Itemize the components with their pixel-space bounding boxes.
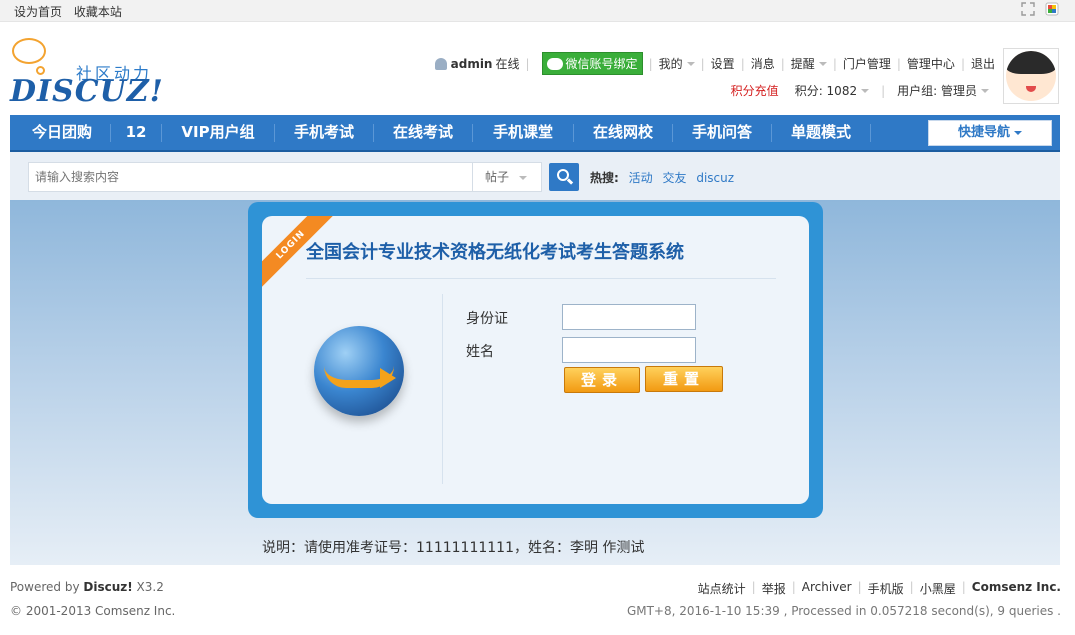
quick-nav-label: 快捷导航: [957, 125, 1010, 140]
online-status[interactable]: 在线: [495, 55, 519, 72]
hot-search-item[interactable]: discuz: [696, 171, 734, 185]
login-title: 全国会计专业技术资格无纸化考试考生答题系统: [306, 242, 684, 263]
nav-item-online-school[interactable]: 在线网校: [574, 115, 672, 150]
portal-admin-link[interactable]: 门户管理: [843, 55, 891, 72]
globe-icon: [314, 326, 404, 416]
nav-item-group-buy[interactable]: 今日团购: [14, 115, 110, 150]
quick-nav-button[interactable]: 快捷导航: [928, 120, 1052, 146]
user-bar: admin 在线 | 微信账号绑定 | 我的 | 设置 | 消息 | 提醒 | …: [434, 52, 995, 75]
wechat-bind-label: 微信账号绑定: [565, 57, 638, 71]
hot-search: 热搜: 活动 交友 discuz: [590, 169, 740, 186]
footer-stats: GMT+8, 2016-1-10 15:39 , Processed in 0.…: [626, 604, 1061, 618]
nav-item-12[interactable]: 12: [111, 115, 161, 150]
username-link[interactable]: admin: [451, 57, 493, 71]
color-theme-icon[interactable]: [1045, 2, 1059, 16]
user-group-menu[interactable]: 用户组: 管理员: [897, 82, 977, 99]
divider: |: [525, 56, 530, 71]
wechat-icon: [546, 57, 563, 70]
search-type-select[interactable]: 帖子: [472, 162, 542, 192]
login-panel-inner: LOGIN 全国会计专业技术资格无纸化考试考生答题系统 身份证 姓名 登录 重置: [262, 216, 809, 504]
search-input[interactable]: [28, 162, 480, 192]
nav-item-mobile-class[interactable]: 手机课堂: [473, 115, 573, 150]
divider: [442, 294, 443, 484]
id-card-input[interactable]: [562, 304, 696, 330]
name-label: 姓名: [466, 344, 494, 360]
test-note: 说明：请使用准考证号：11111111111，姓名：李明 作测试: [262, 540, 645, 556]
id-label: 身份证: [466, 311, 508, 327]
user-icon: [434, 57, 447, 70]
reset-button[interactable]: 重置: [645, 366, 723, 392]
report-link[interactable]: 举报: [762, 580, 786, 597]
settings-link[interactable]: 设置: [711, 55, 735, 72]
set-home-link[interactable]: 设为首页: [14, 5, 62, 19]
logout-link[interactable]: 退出: [971, 55, 995, 72]
name-input[interactable]: [562, 337, 696, 363]
chevron-down-icon: [519, 175, 528, 180]
chevron-down-icon: [686, 61, 695, 66]
recharge-link[interactable]: 积分充值: [731, 82, 779, 99]
hot-search-label: 热搜:: [590, 171, 619, 185]
powered-by: Powered by Discuz! X3.2: [10, 580, 164, 594]
avatar[interactable]: [1003, 48, 1059, 104]
main-nav: 今日团购 12 VIP用户组 手机考试 在线考试 手机课堂 在线网校 手机问答 …: [10, 115, 1060, 152]
site-header: 社区动力 DISCUZ! admin 在线 | 微信账号绑定 | 我的 | 设置…: [0, 22, 1075, 114]
nav-item-single-mode[interactable]: 单题模式: [772, 115, 870, 150]
top-right-icons: [1021, 2, 1059, 16]
stats-link[interactable]: 站点统计: [698, 580, 746, 597]
divider: [306, 278, 776, 279]
top-utility-bar: 设为首页 收藏本站: [0, 0, 1075, 22]
top-links: 设为首页 收藏本站: [14, 3, 130, 20]
avatar-face-icon: [1006, 51, 1056, 101]
credits-menu[interactable]: 积分: 1082: [795, 82, 857, 99]
site-logo[interactable]: 社区动力 DISCUZ!: [10, 36, 163, 109]
reminders-menu[interactable]: 提醒: [791, 55, 815, 72]
blacklist-link[interactable]: 小黑屋: [920, 580, 956, 597]
chevron-down-icon: [1014, 130, 1022, 135]
mobile-link[interactable]: 手机版: [868, 580, 904, 597]
hot-search-item[interactable]: 活动: [629, 171, 653, 185]
search-button[interactable]: [549, 163, 579, 191]
logo-bubble-icon: [12, 38, 46, 64]
admin-center-link[interactable]: 管理中心: [907, 55, 955, 72]
discuz-link[interactable]: Discuz!: [83, 580, 132, 594]
bookmark-link[interactable]: 收藏本站: [74, 5, 122, 19]
hot-search-item[interactable]: 交友: [662, 171, 686, 185]
chevron-down-icon: [861, 88, 870, 93]
chevron-down-icon: [981, 88, 989, 93]
wechat-bind-button[interactable]: 微信账号绑定: [541, 52, 643, 75]
nav-item-online-exam[interactable]: 在线考试: [374, 115, 472, 150]
search-type-label: 帖子: [485, 170, 510, 184]
login-panel: LOGIN 全国会计专业技术资格无纸化考试考生答题系统 身份证 姓名 登录 重置: [248, 202, 823, 518]
nav-item-mobile-qa[interactable]: 手机问答: [673, 115, 771, 150]
nav-item-vip[interactable]: VIP用户组: [162, 115, 274, 150]
my-menu[interactable]: 我的: [659, 55, 683, 72]
logo-en-text: DISCUZ!: [10, 74, 164, 109]
copyright: © 2001-2013 Comsenz Inc.: [10, 604, 176, 618]
company-link[interactable]: Comsenz Inc.: [972, 580, 1061, 597]
archiver-link[interactable]: Archiver: [802, 580, 852, 597]
login-button[interactable]: 登录: [564, 367, 640, 393]
search-bar: 帖子 热搜: 活动 交友 discuz: [10, 152, 1060, 200]
messages-link[interactable]: 消息: [751, 55, 775, 72]
credits-bar: 积分充值 积分: 1082 | 用户组: 管理员: [731, 82, 989, 99]
footer-links: 站点统计 | 举报 | Archiver | 手机版 | 小黑屋 | Comsenz In…: [697, 580, 1061, 597]
nav-item-mobile-exam[interactable]: 手机考试: [275, 115, 373, 150]
chevron-down-icon: [818, 61, 827, 66]
fullscreen-icon[interactable]: [1021, 2, 1035, 16]
